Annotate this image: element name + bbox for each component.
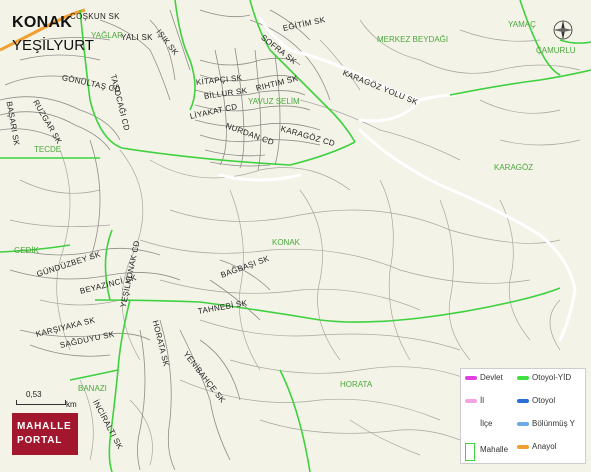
neighborhood-label: GEDİK — [14, 246, 39, 255]
map-subtitle: YEŞİLYURT — [12, 37, 94, 54]
legend-swatch — [517, 399, 529, 403]
street-label: YALI SK — [121, 33, 153, 42]
neighborhood-label: KONAK — [272, 238, 301, 247]
neighborhood-label: YAĞLAR — [91, 31, 123, 40]
scale-value: 0,53 — [26, 390, 42, 399]
neighborhood-label: ÇAMURLU — [536, 46, 576, 55]
map-canvas[interactable]: MERKEZ BEYDAĞI YAMAÇ ÇAMURLU YAVUZ SELİM… — [0, 0, 591, 472]
legend-swatch — [465, 399, 477, 403]
neighborhood-label: BANAZI — [78, 384, 107, 393]
street-label: COŞKUN SK — [70, 12, 120, 21]
legend-label: Otoyol-YİD — [532, 373, 572, 382]
neighborhood-label: YAVUZ SELİM — [248, 97, 300, 106]
scale-unit: km — [66, 400, 77, 409]
legend-label: Mahalle — [480, 445, 509, 454]
neighborhood-label: MERKEZ BEYDAĞI — [377, 35, 449, 44]
neighborhood-label: HORATA — [340, 380, 373, 389]
legend-swatch — [517, 445, 529, 449]
brand-line-2: PORTAL — [17, 435, 63, 446]
legend-label: Anayol — [532, 442, 557, 451]
legend-swatch — [517, 376, 529, 380]
brand-line-1: MAHALLE — [17, 421, 72, 432]
mahalle-portal-logo[interactable]: MAHALLE PORTAL — [12, 413, 78, 455]
compass-rose-icon — [552, 19, 574, 41]
legend-label: İlçe — [480, 419, 493, 428]
legend-label: Devlet — [480, 373, 503, 382]
legend-label: Bölünmüş Y — [532, 419, 575, 428]
legend-mahalle-swatch — [465, 443, 475, 461]
legend-label: İl — [480, 396, 484, 405]
map-legend: Devlet Otoyol-YİD İl Otoyol İlçe Bölünmü… — [460, 368, 586, 464]
legend-label: Otoyol — [532, 396, 556, 405]
map-title: KONAK — [12, 14, 73, 31]
neighborhood-label: KARAGÖZ — [494, 163, 534, 172]
neighborhood-label: YAMAÇ — [508, 20, 536, 29]
legend-swatch — [465, 376, 477, 380]
scale-bar-line — [16, 400, 66, 405]
neighborhood-label: TECDE — [34, 145, 62, 154]
legend-swatch — [517, 422, 529, 426]
